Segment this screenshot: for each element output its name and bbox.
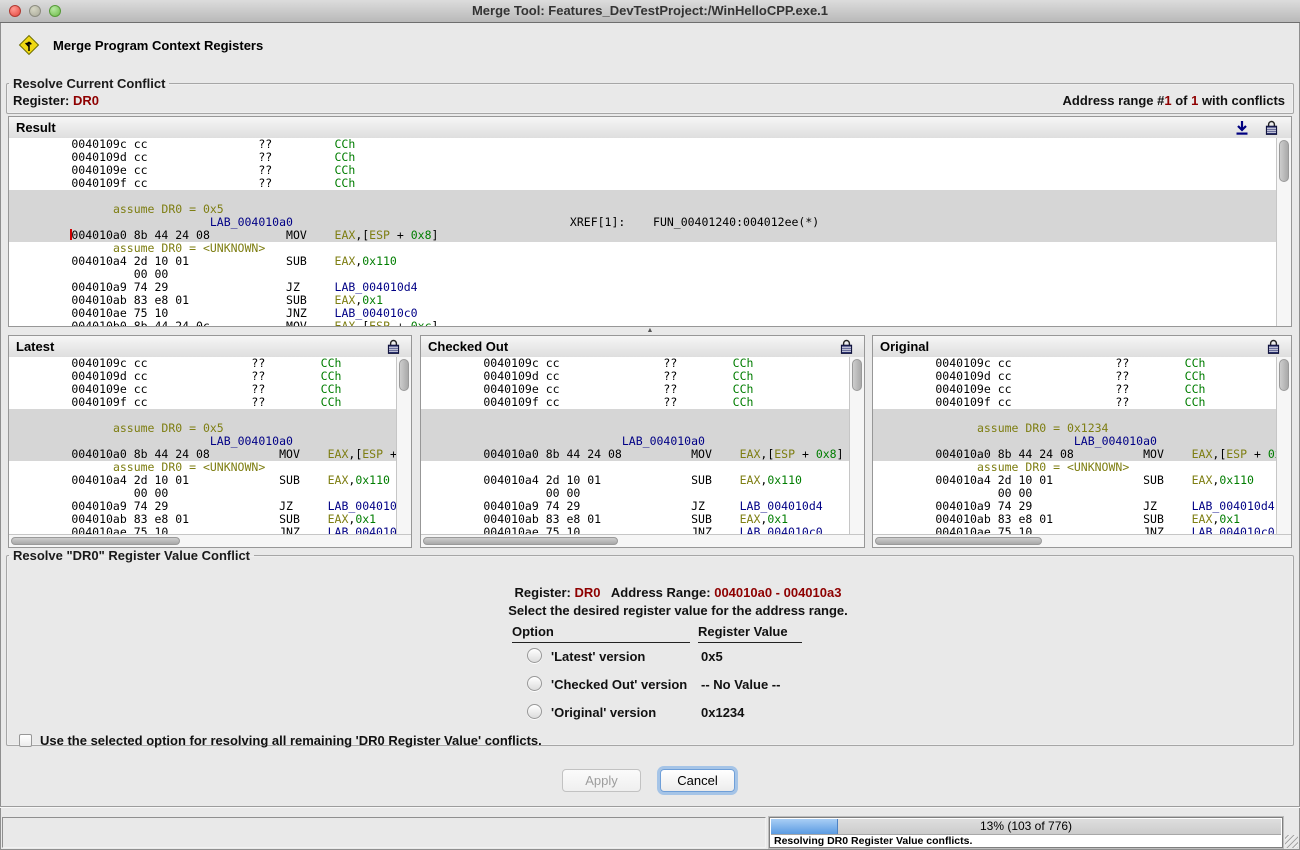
original-horizontal-scrollbar[interactable] xyxy=(873,534,1291,547)
latest-listing[interactable]: 0040109c cc ?? CCh 0040109d cc ?? CCh 00… xyxy=(9,357,411,534)
merge-icon xyxy=(18,34,40,56)
listing-row[interactable]: 004010ae 75 10 JNZ LAB_004010c0 xyxy=(16,526,411,534)
scrollbar-thumb[interactable] xyxy=(1279,140,1289,182)
progress-area: 13% (103 of 776) Resolving DR0 Register … xyxy=(769,817,1283,848)
checked-out-vertical-scrollbar[interactable] xyxy=(849,357,864,534)
register-value-column-header: Register Value xyxy=(698,624,802,643)
scrollbar-thumb[interactable] xyxy=(399,359,409,391)
use-for-all-checkbox[interactable] xyxy=(19,734,32,747)
lock-icon[interactable] xyxy=(1267,339,1283,355)
listing-row[interactable]: 004010b0 8b 44 24 0c MOV EAX,[ESP + 0xc] xyxy=(16,320,1291,326)
scrollbar-thumb[interactable] xyxy=(423,537,618,545)
phase-title: Merge Program Context Registers xyxy=(53,38,263,53)
register-name: DR0 xyxy=(73,93,99,108)
listing-row[interactable]: 004010ae 75 10 JNZ LAB_004010c0 xyxy=(428,526,864,534)
group-title: Resolve "DR0" Register Value Conflict xyxy=(9,548,254,563)
resize-grip[interactable] xyxy=(1285,835,1298,848)
down-arrow-icon[interactable] xyxy=(1235,120,1251,136)
register-value: -- No Value -- xyxy=(701,677,780,692)
latest-vertical-scrollbar[interactable] xyxy=(396,357,411,534)
latest-horizontal-scrollbar[interactable] xyxy=(9,534,411,547)
result-vertical-scrollbar[interactable] xyxy=(1276,138,1291,326)
listing-row[interactable]: 0040109f cc ?? CCh xyxy=(428,396,864,409)
original-panel-header: Original xyxy=(873,336,1291,358)
radio-label: 'Checked Out' version xyxy=(551,677,687,692)
latest-panel-title: Latest xyxy=(16,336,54,357)
status-divider xyxy=(0,806,1300,808)
apply-button[interactable]: Apply xyxy=(562,769,641,792)
lock-icon[interactable] xyxy=(1265,120,1281,136)
cursor-caret xyxy=(70,229,72,240)
listing-row[interactable] xyxy=(421,409,864,422)
register-indicator: Register: DR0 xyxy=(13,93,99,108)
group-title: Resolve Current Conflict xyxy=(9,76,169,91)
register-value: 0x5 xyxy=(701,649,723,664)
listing-row[interactable]: 004010a0 8b 44 24 08 MOV EAX,[ESP + 0x8] xyxy=(421,448,864,461)
window-title: Merge Tool: Features_DevTestProject:/Win… xyxy=(0,0,1300,22)
original-panel: Original 0040109c cc ?? CCh 0040109d cc … xyxy=(872,335,1292,548)
checked-out-panel-title: Checked Out xyxy=(428,336,508,357)
result-listing[interactable]: 0040109c cc ?? CCh 0040109d cc ?? CCh 00… xyxy=(9,138,1291,326)
lock-icon[interactable] xyxy=(840,339,856,355)
original-listing[interactable]: 0040109c cc ?? CCh 0040109d cc ?? CCh 00… xyxy=(873,357,1291,534)
checked-out-listing[interactable]: 0040109c cc ?? CCh 0040109d cc ?? CCh 00… xyxy=(421,357,864,534)
progress-text: 13% (103 of 776) xyxy=(771,819,1281,834)
progress-message: Resolving DR0 Register Value conflicts. xyxy=(774,835,972,847)
result-panel-title: Result xyxy=(16,117,56,138)
register-name: DR0 xyxy=(575,585,601,600)
register-value: 0x1234 xyxy=(701,705,744,720)
radio-label: 'Latest' version xyxy=(551,649,645,664)
radio-label: 'Original' version xyxy=(551,705,656,720)
address-range-indicator: Address range #1 of 1 with conflicts xyxy=(1062,93,1285,108)
listing-row[interactable]: 0040109f cc ?? CCh xyxy=(880,396,1291,409)
status-message-area xyxy=(2,817,766,848)
latest-panel-header: Latest xyxy=(9,336,411,358)
title-bar: Merge Tool: Features_DevTestProject:/Win… xyxy=(0,0,1300,23)
original-version-radio[interactable] xyxy=(527,704,542,719)
scrollbar-thumb[interactable] xyxy=(1279,359,1289,391)
resolve-current-conflict-group: Resolve Current Conflict Register: DR0 A… xyxy=(6,76,1294,114)
listing-row[interactable]: 0040109f cc ?? CCh xyxy=(16,396,411,409)
checkbox-label: Use the selected option for resolving al… xyxy=(40,733,542,748)
register-range-line: Register: DR0 Address Range: 004010a0 - … xyxy=(35,585,1300,600)
lock-icon[interactable] xyxy=(387,339,403,355)
result-panel: Result 0040109c cc ?? CCh 0040109d cc xyxy=(8,116,1292,327)
original-panel-title: Original xyxy=(880,336,929,357)
checked-out-panel: Checked Out 0040109c cc ?? CCh 0040109d … xyxy=(420,335,865,548)
listing-row[interactable]: 004010ae 75 10 JNZ LAB_004010c0 xyxy=(880,526,1291,534)
listing-row[interactable]: 0040109f cc ?? CCh xyxy=(16,177,1291,190)
latest-panel: Latest 0040109c cc ?? CCh 0040109d cc ??… xyxy=(8,335,412,548)
original-vertical-scrollbar[interactable] xyxy=(1276,357,1291,534)
progress-bar: 13% (103 of 776) xyxy=(771,819,1281,835)
resolve-register-value-group: Resolve "DR0" Register Value Conflict Re… xyxy=(6,548,1294,746)
checked-out-panel-header: Checked Out xyxy=(421,336,864,358)
phase-header: Merge Program Context Registers xyxy=(18,33,263,57)
splitter-grip-icon[interactable]: ▲ xyxy=(640,327,660,334)
merge-tool-window: { "window": { "title": "Merge Tool: Feat… xyxy=(0,0,1300,850)
checked-out-version-radio[interactable] xyxy=(527,676,542,691)
option-column-header: Option xyxy=(512,624,690,643)
scrollbar-thumb[interactable] xyxy=(852,359,862,391)
listing-row[interactable]: 004010a4 2d 10 01 SUB EAX,0x110 xyxy=(16,255,1291,268)
address-range-value: 004010a0 - 004010a3 xyxy=(714,585,841,600)
result-panel-header: Result xyxy=(9,117,1291,139)
instruction-line: Select the desired register value for th… xyxy=(35,603,1300,618)
latest-version-radio[interactable] xyxy=(527,648,542,663)
checked-out-horizontal-scrollbar[interactable] xyxy=(421,534,864,547)
cancel-button[interactable]: Cancel xyxy=(660,769,735,792)
option-table: Option Register Value 'Latest' version 0… xyxy=(505,624,835,734)
scrollbar-thumb[interactable] xyxy=(11,537,180,545)
scrollbar-thumb[interactable] xyxy=(875,537,1042,545)
